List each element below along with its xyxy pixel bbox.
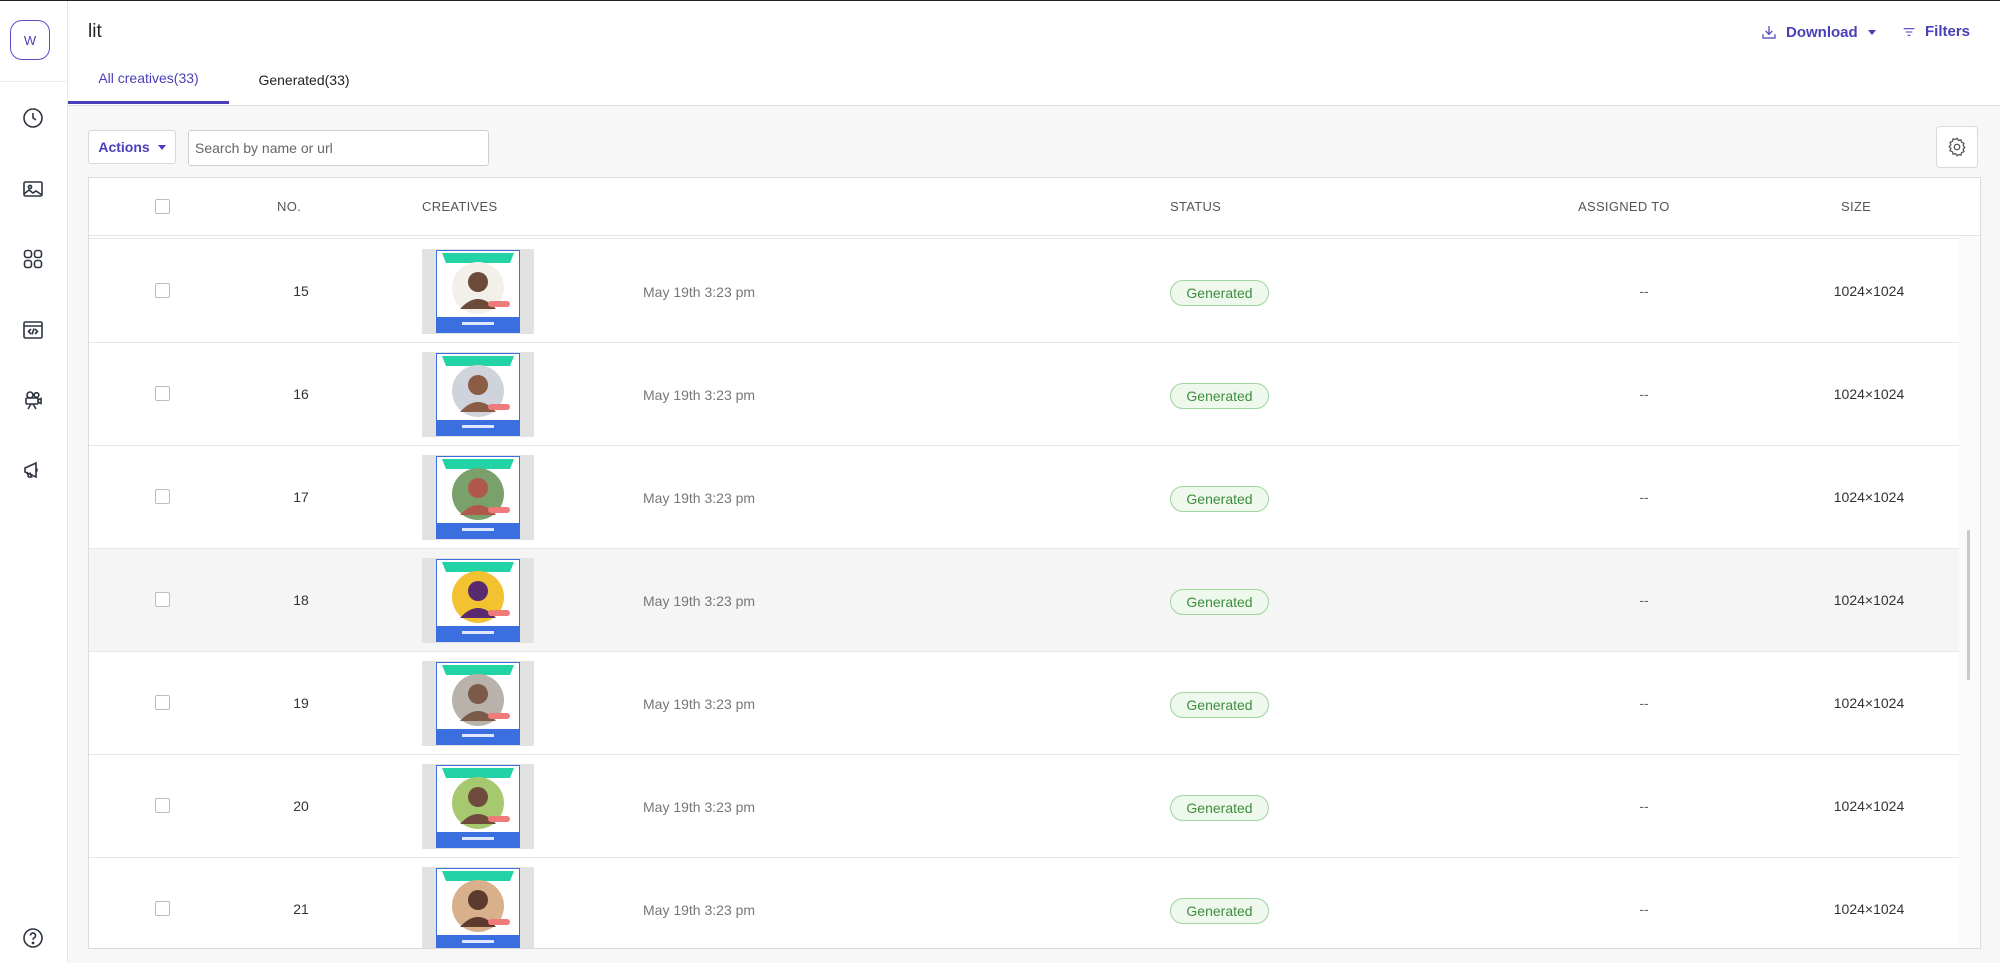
column-header-creatives: CREATIVES (422, 199, 498, 214)
table-row[interactable]: 19 May 19th 3:23 pm Generated -- 1024×1024 (89, 652, 1959, 755)
created-date: May 19th 3:23 pm (643, 696, 756, 712)
actions-dropdown[interactable]: Actions (88, 130, 176, 164)
image-icon[interactable] (20, 176, 46, 202)
tab-generated[interactable]: Generated(33) (229, 55, 379, 104)
download-button[interactable]: Download (1760, 23, 1876, 41)
column-header-no: NO. (277, 199, 302, 214)
creative-thumbnail[interactable] (422, 558, 534, 643)
table-body: 15 May 19th 3:23 pm Generated -- 1024×1024 16… (89, 235, 1959, 948)
creative-size: 1024×1024 (1833, 283, 1905, 299)
download-icon (1762, 26, 1776, 39)
creative-size: 1024×1024 (1833, 592, 1905, 608)
page-title: lit (88, 21, 102, 42)
assigned-to: -- (1639, 283, 1649, 299)
grid-icon[interactable] (20, 246, 46, 272)
column-header-size: SIZE (1841, 199, 1872, 214)
created-date: May 19th 3:23 pm (643, 387, 756, 403)
sidebar: W (0, 1, 68, 963)
download-label: Download (1786, 23, 1858, 41)
row-number: 15 (293, 283, 309, 299)
chevron-down-icon (1867, 29, 1876, 35)
table-row[interactable]: 15 May 19th 3:23 pm Generated -- 1024×1024 (89, 240, 1959, 343)
table-row[interactable]: 21 May 19th 3:23 pm Generated -- 1024×1024 (89, 858, 1959, 948)
status-badge: Generated (1170, 795, 1269, 821)
created-date: May 19th 3:23 pm (643, 799, 756, 815)
assigned-to: -- (1639, 592, 1649, 608)
help-icon[interactable] (20, 925, 46, 951)
clock-icon[interactable] (20, 105, 46, 131)
main-content: Actions NO. CREATIVES STATUS ASSIGNED TO… (68, 106, 2000, 963)
row-number: 17 (293, 489, 309, 505)
assigned-to: -- (1639, 798, 1649, 814)
creative-thumbnail[interactable] (422, 867, 534, 948)
row-checkbox[interactable] (155, 798, 170, 813)
table-row[interactable]: 18 May 19th 3:23 pm Generated -- 1024×1024 (89, 549, 1959, 652)
tab-all-creatives[interactable]: All creatives(33) (68, 55, 229, 104)
creative-size: 1024×1024 (1833, 695, 1905, 711)
creatives-table: NO. CREATIVES STATUS ASSIGNED TO SIZE 15… (88, 177, 1981, 949)
creative-size: 1024×1024 (1833, 489, 1905, 505)
status-badge: Generated (1170, 383, 1269, 409)
assigned-to: -- (1639, 489, 1649, 505)
table-header: NO. CREATIVES STATUS ASSIGNED TO SIZE (89, 178, 1980, 236)
assigned-to: -- (1639, 901, 1649, 917)
row-checkbox[interactable] (155, 695, 170, 710)
row-number: 19 (293, 695, 309, 711)
gear-icon (1948, 137, 1966, 157)
filters-label: Filters (1925, 23, 1971, 40)
scrollbar[interactable] (1959, 235, 1980, 948)
assigned-to: -- (1639, 386, 1649, 402)
search-input[interactable] (188, 130, 489, 166)
created-date: May 19th 3:23 pm (643, 902, 756, 918)
actions-label: Actions (98, 139, 150, 155)
row-checkbox[interactable] (155, 283, 170, 298)
film-camera-icon[interactable] (20, 387, 46, 413)
sidebar-divider (0, 81, 67, 82)
row-checkbox[interactable] (155, 386, 170, 401)
status-badge: Generated (1170, 898, 1269, 924)
creative-thumbnail[interactable] (422, 455, 534, 540)
table-settings-button[interactable] (1936, 126, 1978, 168)
creative-thumbnail[interactable] (422, 764, 534, 849)
creative-size: 1024×1024 (1833, 798, 1905, 814)
table-row[interactable]: 20 May 19th 3:23 pm Generated -- 1024×1024 (89, 755, 1959, 858)
page-header: lit Download Filters All creatives(33) G… (68, 1, 2000, 106)
row-checkbox[interactable] (155, 901, 170, 916)
row-number: 18 (293, 592, 309, 608)
created-date: May 19th 3:23 pm (643, 284, 756, 300)
assigned-to: -- (1639, 695, 1649, 711)
status-badge: Generated (1170, 280, 1269, 306)
table-row[interactable]: 17 May 19th 3:23 pm Generated -- 1024×1024 (89, 446, 1959, 549)
filters-button[interactable]: Filters (1901, 23, 1970, 40)
creative-thumbnail[interactable] (422, 249, 534, 334)
filter-icon (1903, 27, 1915, 36)
created-date: May 19th 3:23 pm (643, 593, 756, 609)
creative-size: 1024×1024 (1833, 901, 1905, 917)
status-badge: Generated (1170, 589, 1269, 615)
table-row[interactable]: 16 May 19th 3:23 pm Generated -- 1024×1024 (89, 343, 1959, 446)
scrollbar-thumb[interactable] (1967, 530, 1970, 680)
select-all-checkbox[interactable] (155, 199, 170, 214)
chevron-down-icon (157, 144, 166, 150)
tab-bar: All creatives(33) Generated(33) (68, 55, 379, 105)
column-header-status: STATUS (1170, 199, 1222, 214)
status-badge: Generated (1170, 692, 1269, 718)
creative-size: 1024×1024 (1833, 386, 1905, 402)
row-number: 20 (293, 798, 309, 814)
creative-thumbnail[interactable] (422, 661, 534, 746)
megaphone-icon[interactable] (20, 457, 46, 483)
created-date: May 19th 3:23 pm (643, 490, 756, 506)
status-badge: Generated (1170, 486, 1269, 512)
code-icon[interactable] (20, 317, 46, 343)
column-header-assigned-to: ASSIGNED TO (1578, 199, 1670, 214)
row-number: 21 (293, 901, 309, 917)
workspace-avatar[interactable]: W (10, 20, 50, 60)
row-checkbox[interactable] (155, 592, 170, 607)
row-number: 16 (293, 386, 309, 402)
creative-thumbnail[interactable] (422, 352, 534, 437)
row-checkbox[interactable] (155, 489, 170, 504)
